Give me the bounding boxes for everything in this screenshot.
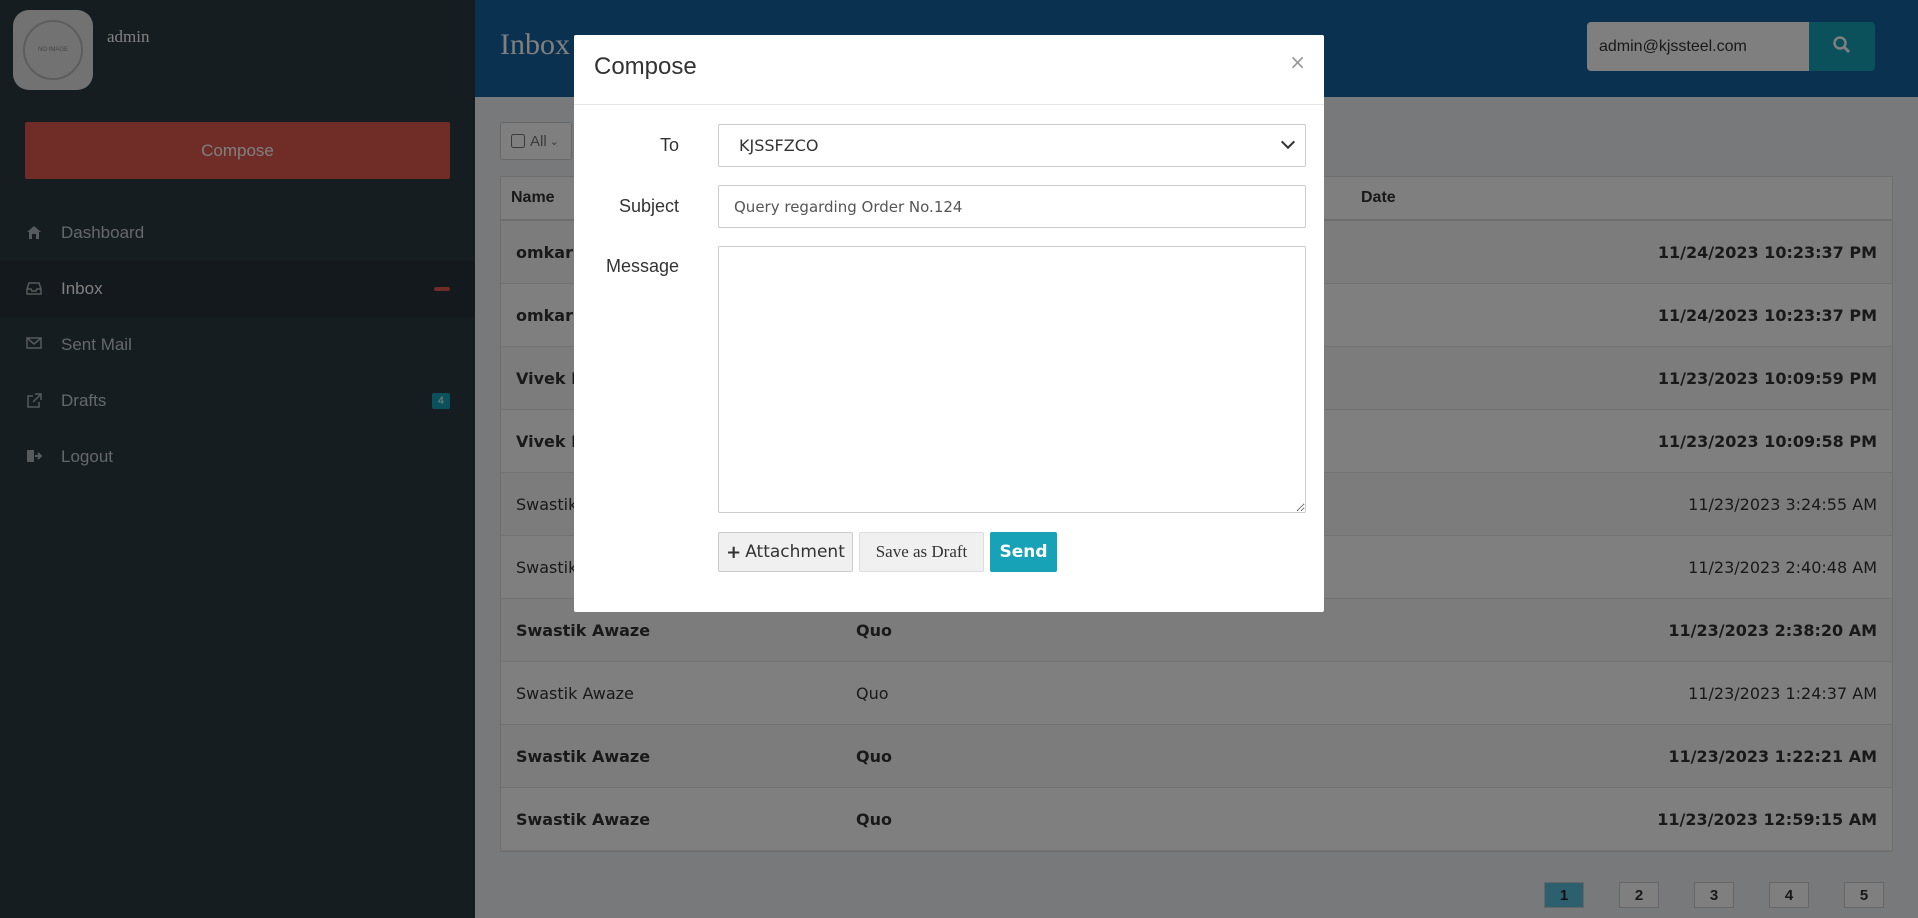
message-textarea[interactable]	[718, 246, 1306, 513]
send-button[interactable]: Send	[990, 532, 1057, 572]
save-draft-button[interactable]: Save as Draft	[859, 532, 984, 572]
subject-input[interactable]	[718, 185, 1306, 228]
close-icon[interactable]: ×	[1289, 50, 1306, 74]
modal-header: Compose ×	[574, 35, 1324, 105]
attachment-button[interactable]: + Attachment	[718, 532, 853, 572]
to-label: To	[659, 135, 679, 155]
modal-title: Compose	[594, 53, 697, 80]
message-label: Message	[605, 256, 679, 276]
chevron-down-icon	[1280, 134, 1296, 150]
recipient-value: KJSSFZCO	[739, 136, 819, 155]
recipient-select[interactable]: KJSSFZCO	[718, 124, 1306, 167]
attachment-label: Attachment	[745, 542, 845, 562]
compose-modal: Compose × To KJSSFZCO Subject Message + …	[574, 35, 1324, 612]
subject-label: Subject	[618, 196, 679, 216]
plus-icon: +	[726, 541, 742, 563]
